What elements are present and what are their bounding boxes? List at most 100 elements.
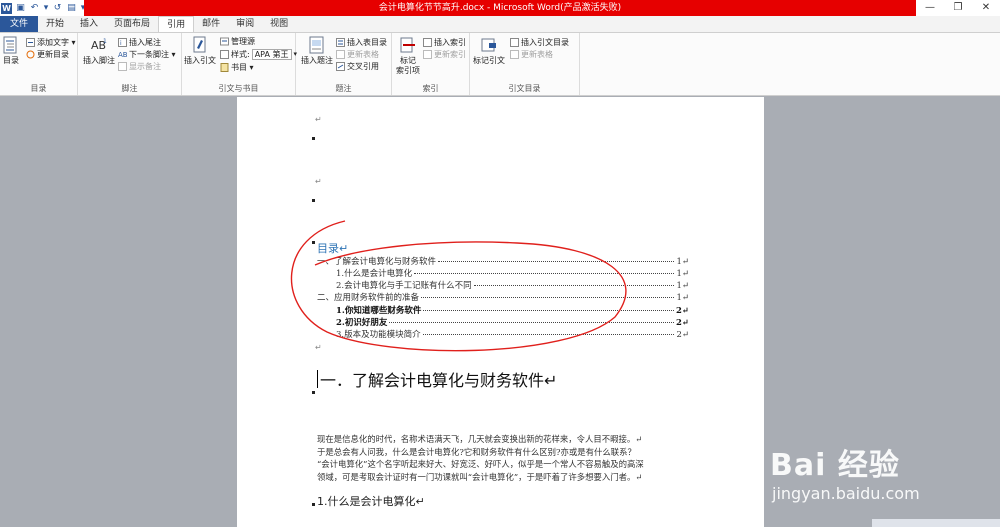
update-index-label: 更新索引 <box>434 50 466 59</box>
next-footnote-button[interactable]: AB 下一条脚注 ▾ <box>118 49 176 60</box>
group-footnotes: AB 1 插入脚注 i 插入尾注 AB 下一条脚注 ▾ 显示备注 脚注 <box>78 33 182 95</box>
insert-citation-button[interactable]: 插入引文 <box>184 36 216 66</box>
group-label-footnotes: 脚注 <box>121 84 138 93</box>
insert-endnote-button[interactable]: i 插入尾注 <box>118 37 161 48</box>
tab-references[interactable]: 引用 <box>158 16 195 32</box>
quick-access-toolbar: W ▣ ↶ ▾ ↺ ▤ ▾ <box>0 0 86 16</box>
mark-citation-button[interactable]: 标记引文 <box>472 36 506 66</box>
watermark-url: jingyan.baidu.com <box>772 484 920 503</box>
toc-button[interactable]: 目录 <box>1 36 21 66</box>
group-toc: 目录 添加文字 ▾ 更新目录 目录 <box>0 33 78 95</box>
watermark-logo-text: Bai 经验 <box>770 448 900 483</box>
show-notes-button[interactable]: 显示备注 <box>118 61 161 72</box>
window-controls: — ❐ ✕ <box>916 0 1000 16</box>
save-icon[interactable]: ▣ <box>15 3 26 14</box>
bibliography-icon <box>220 63 229 72</box>
insert-index-label: 插入索引 <box>434 38 466 47</box>
group-label-citations: 引文与书目 <box>218 84 259 93</box>
insert-index-icon <box>423 38 432 47</box>
next-footnote-icon: AB <box>118 51 127 59</box>
tab-page-layout[interactable]: 页面布局 <box>106 16 158 32</box>
update-toc-button[interactable]: 更新目录 <box>26 49 69 60</box>
insert-index-button[interactable]: 插入索引 <box>423 37 466 48</box>
tab-view[interactable]: 视图 <box>262 16 296 32</box>
insert-toa-button[interactable]: 插入引文目录 <box>510 37 569 48</box>
qat-dropdown-icon[interactable]: ▾ <box>43 3 49 14</box>
group-index: 标记 索引项 插入索引 更新索引 索引 <box>392 33 470 95</box>
close-button[interactable]: ✕ <box>972 0 1000 16</box>
update-index-button[interactable]: 更新索引 <box>423 49 466 60</box>
add-text-label: 添加文字 ▾ <box>37 38 76 47</box>
update-toa-label: 更新表格 <box>521 50 553 59</box>
group-label-index: 索引 <box>422 84 439 93</box>
document-page[interactable]: ↵ ↵ 目录↵ 一、了解会计电算化与财务软件 1↵ 1.什么是会计电算化 1↵ 2.… <box>237 97 764 527</box>
update-toc-icon <box>26 50 35 59</box>
taskbar-tray <box>872 519 1000 527</box>
insert-toa-label: 插入引文目录 <box>521 38 569 47</box>
style-select[interactable]: APA 第王 <box>251 49 292 60</box>
word-logo-icon[interactable]: W <box>1 2 12 14</box>
cross-reference-icon <box>336 62 345 71</box>
update-index-icon <box>423 50 432 59</box>
insert-caption-icon <box>309 36 324 54</box>
red-annotation-circle <box>290 220 627 352</box>
insert-endnote-label: 插入尾注 <box>129 38 161 47</box>
undo-icon[interactable]: ↶ <box>29 3 40 14</box>
insert-toa-icon <box>510 38 519 47</box>
show-notes-label: 显示备注 <box>129 62 161 71</box>
minimize-button[interactable]: — <box>916 0 944 16</box>
next-footnote-label: 下一条脚注 ▾ <box>129 50 176 59</box>
update-table-button[interactable]: 更新表格 <box>336 49 379 60</box>
style-icon <box>220 50 229 59</box>
update-toa-button[interactable]: 更新表格 <box>510 49 553 60</box>
mark-citation-label: 标记引文 <box>473 56 505 65</box>
group-label-captions: 题注 <box>335 84 352 93</box>
mark-entry-button[interactable]: 标记 索引项 <box>394 36 422 76</box>
add-text-button[interactable]: 添加文字 ▾ <box>26 37 76 48</box>
group-citations: 插入引文 管理源 样式: APA 第王 ▾ 书目 ▾ 引文与书目 <box>182 33 297 95</box>
update-table-icon <box>336 50 345 59</box>
insert-citation-icon <box>193 36 206 53</box>
tab-file[interactable]: 文件 <box>0 16 39 32</box>
manage-sources-icon <box>220 37 229 46</box>
tab-mailings[interactable]: 邮件 <box>194 16 228 32</box>
insert-caption-button[interactable]: 插入题注 <box>300 36 334 66</box>
manage-sources-button[interactable]: 管理源 <box>220 36 255 47</box>
baidu-logo: Bai 经验 <box>770 440 900 484</box>
baidu-watermark: Bai 经验 jingyan.baidu.com <box>770 440 1000 527</box>
insert-footnote-button[interactable]: AB 1 插入脚注 <box>82 36 116 66</box>
endnote-icon: i <box>118 38 127 47</box>
insert-table-of-figures-label: 插入表目录 <box>347 38 387 47</box>
add-text-icon <box>26 38 35 47</box>
insert-table-of-figures-button[interactable]: 插入表目录 <box>336 37 387 48</box>
mark-citation-icon <box>481 38 496 52</box>
insert-caption-label: 插入题注 <box>301 56 333 65</box>
group-captions: 插入题注 插入表目录 更新表格 交叉引用 题注 <box>296 33 392 95</box>
redo-icon[interactable]: ↺ <box>52 3 63 14</box>
ribbon-tabs: 文件 开始 插入 页面布局 引用 邮件 审阅 视图 <box>0 16 1000 32</box>
tab-review[interactable]: 审阅 <box>228 16 262 32</box>
print-icon[interactable]: ▤ <box>66 3 77 14</box>
citation-style: 样式: APA 第王 ▾ <box>220 49 297 60</box>
toc-label: 目录 <box>3 56 19 65</box>
update-toc-label: 更新目录 <box>37 50 69 59</box>
window-title: 会计电算化节节高升.docx - Microsoft Word(产品激活失败) <box>84 0 916 16</box>
cross-reference-button[interactable]: 交叉引用 <box>336 61 379 72</box>
show-notes-icon <box>118 62 127 71</box>
insert-footnote-label: 插入脚注 <box>83 56 115 65</box>
title-bar: W ▣ ↶ ▾ ↺ ▤ ▾ 会计电算化节节高升.docx - Microsoft… <box>0 0 1000 16</box>
mark-entry-label-2: 索引项 <box>396 66 420 75</box>
tab-home[interactable]: 开始 <box>38 16 72 32</box>
insert-citation-label: 插入引文 <box>184 56 216 65</box>
bibliography-label: 书目 ▾ <box>231 63 254 72</box>
restore-button[interactable]: ❐ <box>944 0 972 16</box>
style-label: 样式: <box>231 50 250 59</box>
svg-text:1: 1 <box>103 38 107 45</box>
group-label-toc: 目录 <box>30 84 47 93</box>
mark-entry-label-1: 标记 <box>400 56 416 65</box>
cross-reference-label: 交叉引用 <box>347 62 379 71</box>
bibliography-button[interactable]: 书目 ▾ <box>220 62 254 73</box>
tab-insert[interactable]: 插入 <box>72 16 106 32</box>
manage-sources-label: 管理源 <box>231 37 255 46</box>
update-toa-icon <box>510 50 519 59</box>
